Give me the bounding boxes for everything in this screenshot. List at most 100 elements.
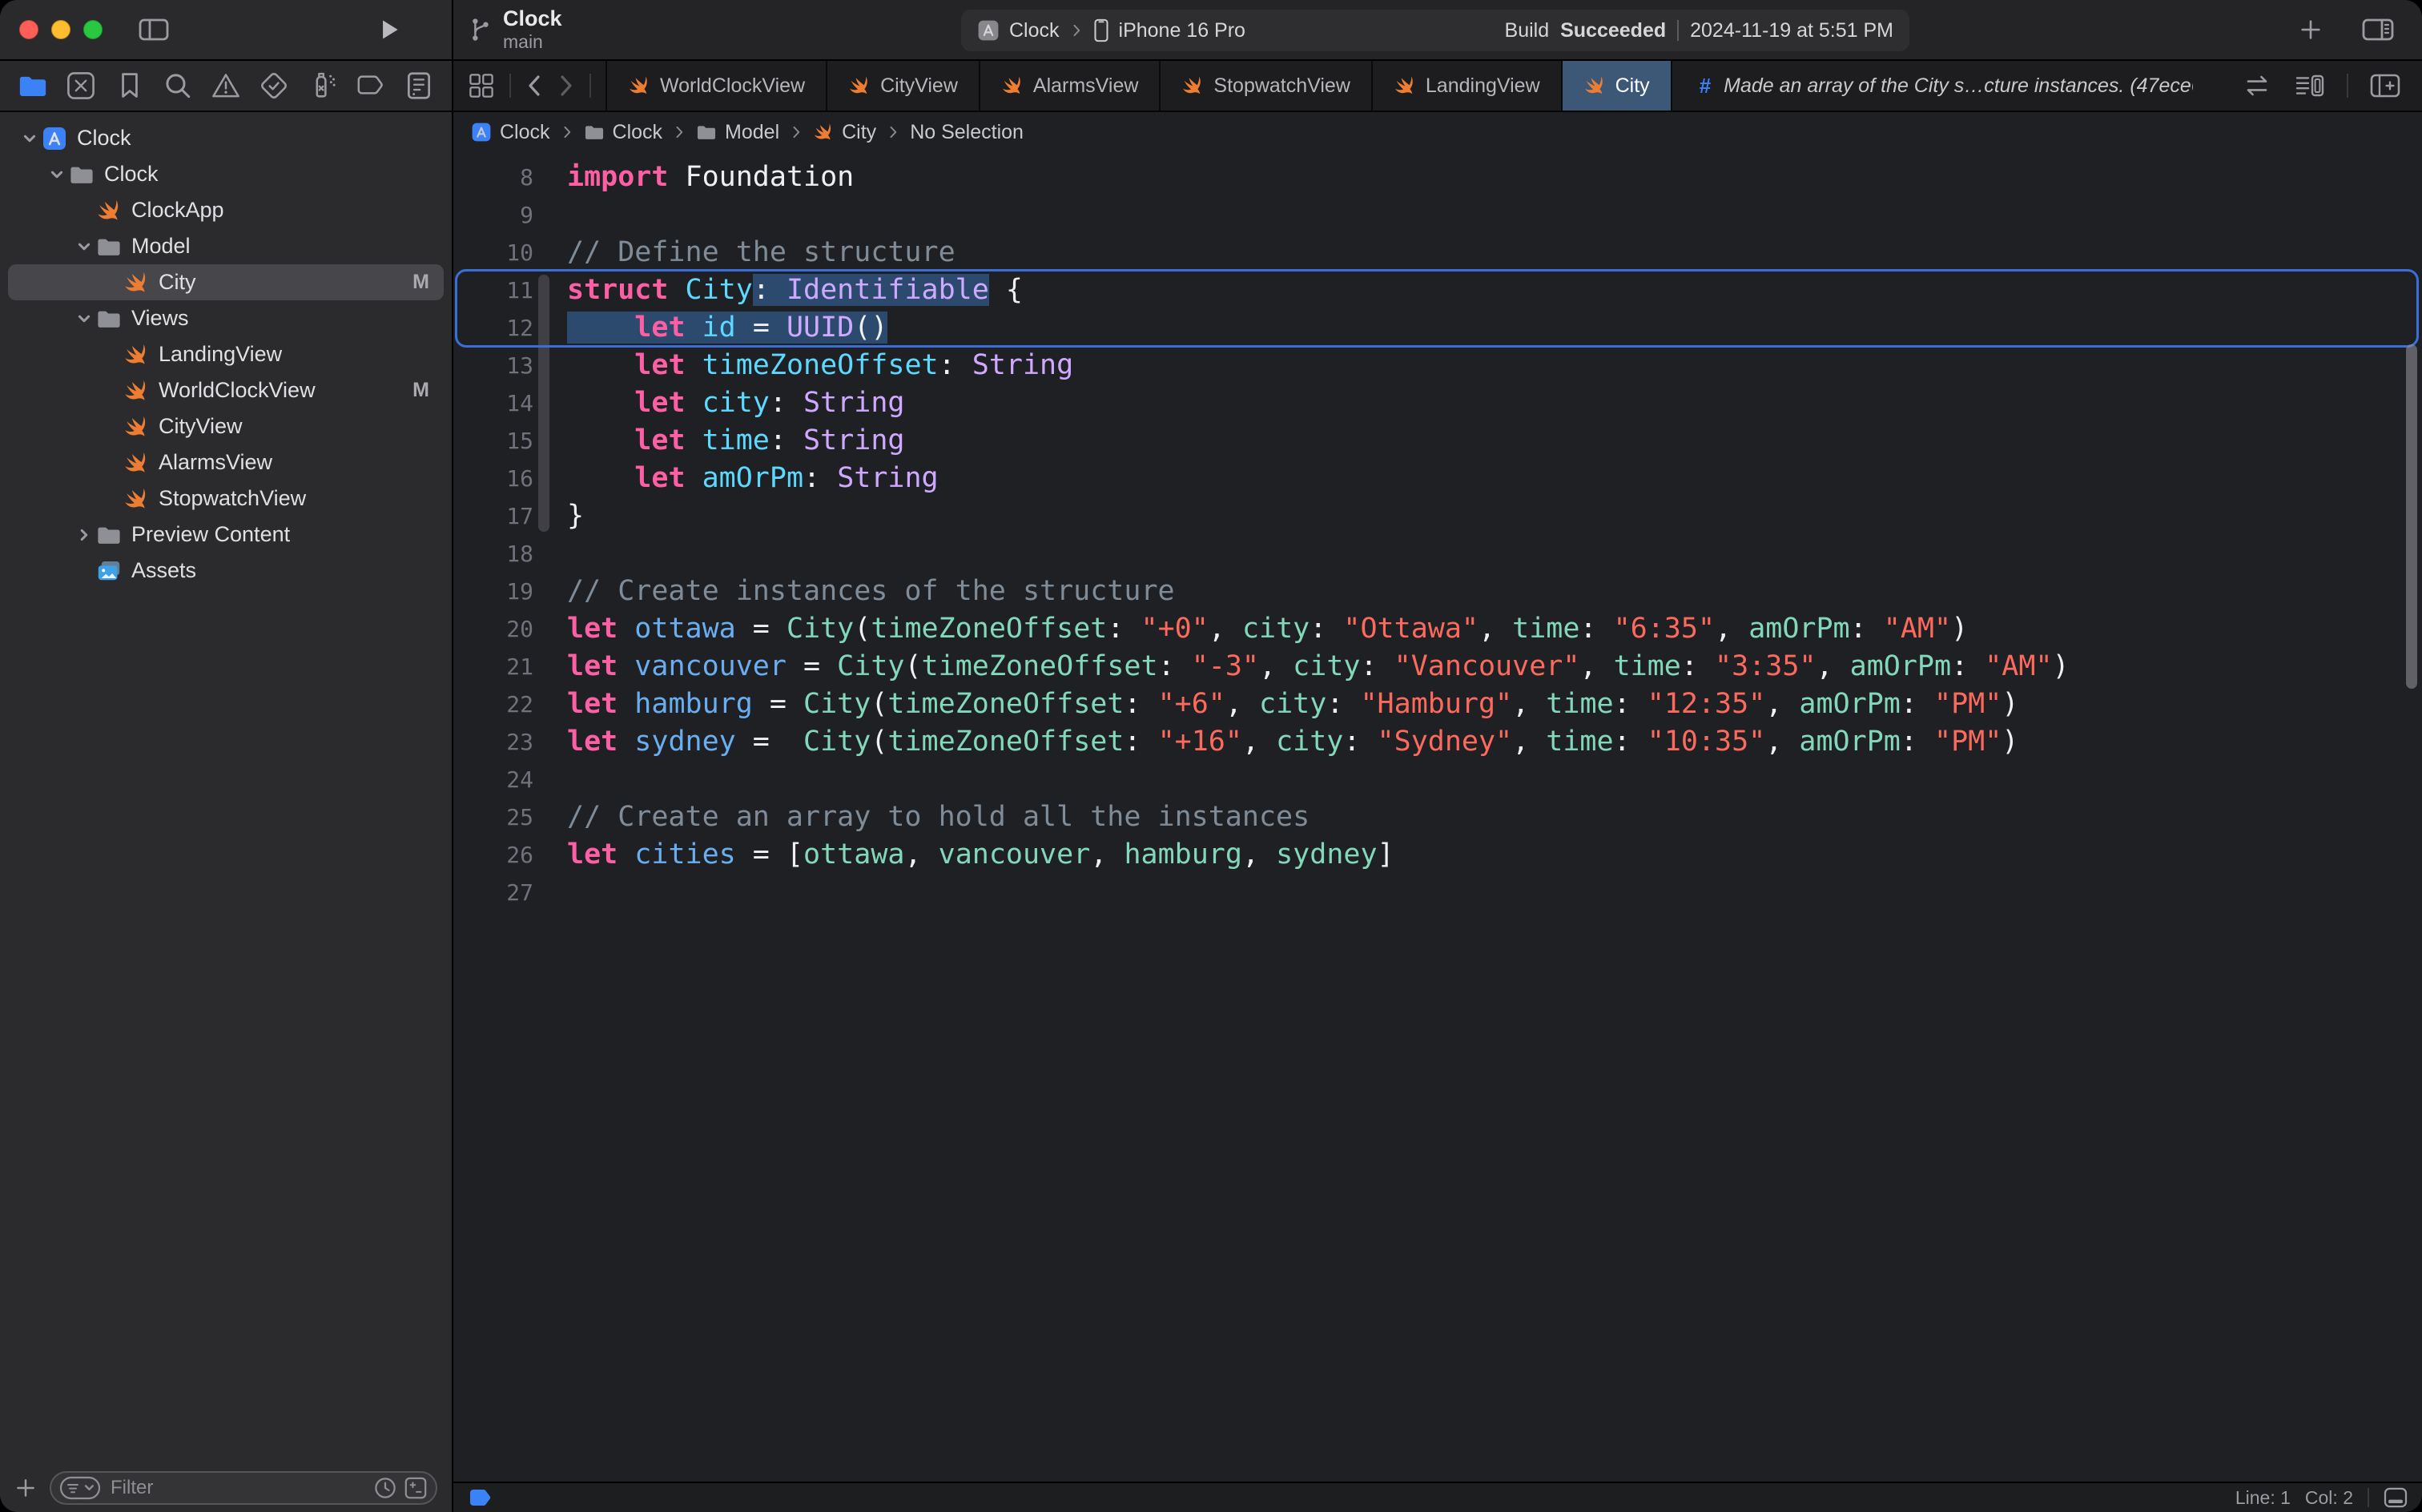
chevron-down-icon[interactable] [18,131,42,147]
sidebar-item-preview-content[interactable]: Preview Content [8,517,444,553]
filter-field[interactable] [50,1471,437,1505]
line-number[interactable]: 11 [453,271,533,309]
line-number[interactable]: 27 [453,874,533,911]
line-number[interactable]: 24 [453,761,533,798]
scheme-menu[interactable]: Clock main [468,7,562,53]
code-line-14[interactable]: 14 let city: String [453,384,2422,422]
line-number[interactable]: 25 [453,798,533,836]
filter-input[interactable] [107,1475,367,1501]
editor-tab-StopwatchView[interactable]: StopwatchView [1159,61,1370,111]
code-line-26[interactable]: 26let cities = [ottawa, vancouver, hambu… [453,836,2422,874]
editor-tab-LandingView[interactable]: LandingView [1371,61,1561,111]
code-line-15[interactable]: 15 let time: String [453,422,2422,460]
project-navigator-tab[interactable] [18,70,48,101]
code-line-9[interactable]: 9 [453,196,2422,234]
code-line-8[interactable]: 8import Foundation [453,159,2422,196]
code-line-23[interactable]: 23let sydney = City(timeZoneOffset: "+16… [453,723,2422,761]
editor-tab-CityView[interactable]: CityView [826,61,979,111]
breadcrumb-city[interactable]: City [813,121,876,144]
sidebar-item-views[interactable]: Views [8,300,444,336]
filter-criteria-icon[interactable] [59,1475,101,1501]
go-forward-icon[interactable] [557,74,575,98]
editor-tab-WorldClockView[interactable]: WorldClockView [606,61,826,111]
code-line-11[interactable]: 11struct City: Identifiable { [453,271,2422,309]
sidebar-item-stopwatchview[interactable]: StopwatchView [8,481,444,517]
line-number[interactable]: 12 [453,309,533,347]
line-number[interactable]: 14 [453,384,533,422]
breadcrumb-no-selection[interactable]: No Selection [910,121,1024,144]
zoom-button[interactable] [83,20,103,39]
add-tab-icon[interactable] [2299,18,2323,42]
code-line-21[interactable]: 21let vancouver = City(timeZoneOffset: "… [453,648,2422,686]
inspector-toggle-icon[interactable] [2361,17,2395,42]
sidebar-item-clock[interactable]: Clock [8,156,444,192]
chevron-right-icon[interactable] [72,527,96,543]
breadcrumb-model[interactable]: Model [696,121,779,144]
editor-options-icon[interactable] [2294,73,2326,99]
find-navigator-tab[interactable] [163,70,193,101]
recent-files-icon[interactable] [373,1476,397,1500]
code-line-10[interactable]: 10// Define the structure [453,234,2422,271]
source-control-navigator-tab[interactable] [66,70,96,101]
sidebar-item-city[interactable]: CityM [8,264,444,300]
editor-bottom-bar-toggle-icon[interactable] [2384,1487,2408,1508]
swap-editors-icon[interactable] [2241,74,2273,97]
sidebar-item-landingview[interactable]: LandingView [8,336,444,372]
code-line-16[interactable]: 16 let amOrPm: String [453,460,2422,497]
related-items-icon[interactable] [468,72,495,99]
sidebar-item-worldclockview[interactable]: WorldClockViewM [8,372,444,408]
code-line-12[interactable]: 12 let id = UUID() [453,309,2422,347]
tests-navigator-tab[interactable] [259,70,289,101]
code-line-25[interactable]: 25// Create an array to hold all the ins… [453,798,2422,836]
line-number[interactable]: 10 [453,234,533,271]
line-number[interactable]: 18 [453,535,533,573]
run-destination[interactable]: Clock iPhone 16 Pro [977,18,1245,42]
add-editor-icon[interactable] [2369,73,2401,99]
code-line-13[interactable]: 13 let timeZoneOffset: String [453,347,2422,384]
code-line-19[interactable]: 19// Create instances of the structure [453,573,2422,610]
sidebar-item-clock[interactable]: Clock [8,120,444,156]
run-button[interactable] [380,18,400,42]
issues-navigator-tab[interactable] [211,70,241,101]
sidebar-item-alarmsview[interactable]: AlarmsView [8,444,444,481]
scrollbar[interactable] [2406,344,2417,689]
bookmarks-navigator-tab[interactable] [115,70,145,101]
sidebar-item-cityview[interactable]: CityView [8,408,444,444]
sidebar-item-clockapp[interactable]: ClockApp [8,192,444,228]
line-number[interactable]: 22 [453,686,533,723]
sidebar-item-model[interactable]: Model [8,228,444,264]
navigator-toggle-icon[interactable] [138,17,170,42]
line-number[interactable]: 21 [453,648,533,686]
breadcrumb-clock[interactable]: Clock [471,121,550,144]
code-line-18[interactable]: 18 [453,535,2422,573]
source-editor[interactable]: 8import Foundation910// Define the struc… [453,152,2422,1482]
line-number[interactable]: 9 [453,196,533,234]
minimize-button[interactable] [51,20,70,39]
debug-navigator-tab[interactable] [308,70,338,101]
editor-tab-City[interactable]: City [1561,61,1672,111]
line-number[interactable]: 26 [453,836,533,874]
code-line-27[interactable]: 27 [453,874,2422,911]
line-number[interactable]: 8 [453,159,533,196]
line-number[interactable]: 17 [453,497,533,535]
chevron-down-icon[interactable] [72,311,96,327]
code-line-24[interactable]: 24 [453,761,2422,798]
code-line-17[interactable]: 17} [453,497,2422,535]
sidebar-item-assets[interactable]: Assets [8,553,444,589]
go-back-icon[interactable] [525,74,543,98]
chevron-down-icon[interactable] [72,239,96,255]
breakpoints-navigator-tab[interactable] [356,70,386,101]
editor-tab-AlarmsView[interactable]: AlarmsView [979,61,1160,111]
chevron-down-icon[interactable] [45,167,69,183]
line-number[interactable]: 23 [453,723,533,761]
line-number[interactable]: 19 [453,573,533,610]
code-line-20[interactable]: 20let ottawa = City(timeZoneOffset: "+0"… [453,610,2422,648]
code-line-22[interactable]: 22let hamburg = City(timeZoneOffset: "+6… [453,686,2422,723]
source-control-filter-icon[interactable] [404,1476,428,1500]
breadcrumb-clock[interactable]: Clock [584,121,663,144]
marker-tag-icon[interactable] [468,1488,495,1507]
line-number[interactable]: 15 [453,422,533,460]
add-file-icon[interactable] [14,1477,37,1499]
line-number[interactable]: 13 [453,347,533,384]
line-number[interactable]: 16 [453,460,533,497]
